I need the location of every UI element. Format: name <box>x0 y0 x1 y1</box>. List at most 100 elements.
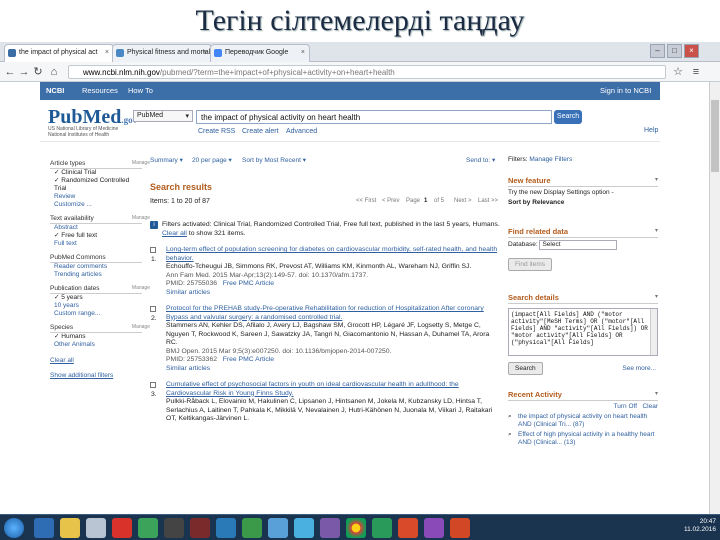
filter-rct[interactable]: ✓ Randomized Controlled Trial <box>50 177 142 193</box>
filter-custom-range[interactable]: Custom range... <box>50 310 142 318</box>
free-pmc-link[interactable]: Free PMC Article <box>223 356 274 363</box>
home-icon[interactable]: ⌂ <box>48 65 60 79</box>
summary-dropdown[interactable]: Summary ▾ <box>150 156 183 164</box>
similar-articles-link[interactable]: Similar articles <box>166 365 500 374</box>
folder-icon[interactable] <box>60 518 80 538</box>
recent-item[interactable]: ⌕ the impact of physical activity on hear… <box>508 413 658 429</box>
filter-trending[interactable]: Trending articles <box>50 271 142 279</box>
result-checkbox[interactable] <box>150 306 156 312</box>
collapse-icon[interactable]: ▾ <box>655 293 658 300</box>
resources-menu[interactable]: Resources <box>82 86 118 95</box>
chrome-icon[interactable] <box>346 518 366 538</box>
collapse-icon[interactable]: ▾ <box>655 227 658 234</box>
result-title-link[interactable]: Protocol for the PREHAB study-Pre-operat… <box>166 305 500 322</box>
notice-clear-all-link[interactable]: Clear all <box>162 230 187 237</box>
powerpoint-icon[interactable] <box>450 518 470 538</box>
app-icon[interactable] <box>164 518 184 538</box>
tab-physical-fitness[interactable]: Physical fitness and mortal × <box>112 44 212 62</box>
tab-pubmed[interactable]: the impact of physical act × <box>4 44 114 62</box>
filter-manage[interactable]: Manage <box>132 324 150 330</box>
per-page-dropdown[interactable]: 20 per page ▾ <box>192 156 232 164</box>
menu-icon[interactable]: ≡ <box>690 65 702 79</box>
first-page-button[interactable]: << First <box>356 198 376 204</box>
system-tray-clock[interactable]: 20:47 11.02.2016 <box>684 518 716 534</box>
filter-abstract[interactable]: Abstract <box>50 224 142 232</box>
next-page-button[interactable]: Next > <box>454 198 472 204</box>
media-icon[interactable] <box>86 518 106 538</box>
result-title-link[interactable]: Cumulative effect of psychosocial factor… <box>166 381 500 398</box>
scrollbar-thumb[interactable] <box>711 100 719 172</box>
last-page-button[interactable]: Last >> <box>478 198 498 204</box>
sort-dropdown[interactable]: Sort by Most Recent ▾ <box>242 156 306 164</box>
filter-manage[interactable]: Manage <box>132 160 150 166</box>
manage-filters-link[interactable]: Manage Filters <box>529 156 572 163</box>
app-icon[interactable] <box>398 518 418 538</box>
close-icon[interactable]: × <box>301 49 305 56</box>
excel-icon[interactable] <box>242 518 262 538</box>
similar-articles-link[interactable]: Similar articles <box>166 289 500 298</box>
search-input[interactable]: the impact of physical activity on heart… <box>196 110 552 124</box>
star-icon[interactable]: ☆ <box>672 65 684 79</box>
page-scrollbar[interactable] <box>709 82 720 514</box>
filter-free-full-text[interactable]: ✓ Free full text <box>50 232 142 240</box>
page-number-input[interactable]: 1 <box>424 198 427 204</box>
turn-off-link[interactable]: Turn Off <box>614 403 637 410</box>
app-icon[interactable] <box>294 518 314 538</box>
create-alert-link[interactable]: Create alert <box>242 128 279 135</box>
result-checkbox[interactable] <box>150 247 156 253</box>
free-pmc-link[interactable]: Free PMC Article <box>223 280 274 287</box>
details-scrollbar[interactable] <box>650 309 657 355</box>
start-button-icon[interactable] <box>4 518 24 538</box>
close-window-icon[interactable]: × <box>684 44 699 58</box>
url-input[interactable]: www.ncbi.nlm.nih.gov/pubmed/?term=the+im… <box>68 65 666 79</box>
howto-menu[interactable]: How To <box>128 86 153 95</box>
help-link[interactable]: Help <box>644 127 658 134</box>
filter-review[interactable]: Review <box>50 193 142 201</box>
show-additional-filters-link[interactable]: Show additional filters <box>50 372 142 379</box>
filter-other-animals[interactable]: Other Animals <box>50 341 142 349</box>
advanced-link[interactable]: Advanced <box>286 128 317 135</box>
search-details-textarea[interactable]: (impact[All Fields] AND ("motor activity… <box>508 308 658 356</box>
ie-icon[interactable] <box>34 518 54 538</box>
collapse-icon[interactable]: ▾ <box>655 390 658 397</box>
yandex-icon[interactable] <box>112 518 132 538</box>
related-db-select[interactable]: Select <box>539 240 618 250</box>
see-more-link[interactable]: See more... <box>622 365 656 372</box>
filter-clinical-trial[interactable]: ✓ Clinical Trial <box>50 169 142 177</box>
database-select[interactable]: PubMed ▾ <box>133 110 193 122</box>
search-button[interactable]: Search <box>554 110 582 124</box>
filter-customize[interactable]: Customize ... <box>50 201 142 209</box>
details-search-button[interactable]: Search <box>508 362 543 375</box>
reload-icon[interactable]: ↻ <box>32 65 44 79</box>
app-icon[interactable] <box>424 518 444 538</box>
forward-icon[interactable]: → <box>18 65 30 79</box>
filter-10-years[interactable]: 10 years <box>50 302 142 310</box>
ncbi-logo[interactable]: NCBI <box>46 86 64 95</box>
back-icon[interactable]: ← <box>4 65 16 79</box>
find-items-button[interactable]: Find items <box>508 258 552 271</box>
filter-manage[interactable]: Manage <box>132 215 150 221</box>
result-checkbox[interactable] <box>150 382 156 388</box>
filter-manage[interactable]: Manage <box>132 285 150 291</box>
create-rss-link[interactable]: Create RSS <box>198 128 235 135</box>
clear-recent-link[interactable]: Clear <box>642 403 658 410</box>
filter-full-text[interactable]: Full text <box>50 240 142 248</box>
collapse-icon[interactable]: ▾ <box>655 176 658 183</box>
tab-google-translate[interactable]: Переводчик Google × <box>210 44 310 62</box>
prev-page-button[interactable]: < Prev <box>382 198 400 204</box>
phone-icon[interactable] <box>138 518 158 538</box>
filter-5-years[interactable]: ✓ 5 years <box>50 294 142 302</box>
app-icon[interactable] <box>268 518 288 538</box>
recent-item[interactable]: ⌕ Effect of high physical activity in a h… <box>508 431 658 447</box>
send-to-dropdown[interactable]: Send to: ▾ <box>466 156 495 164</box>
result-title-link[interactable]: Long-term effect of population screening… <box>166 246 500 263</box>
signin-link[interactable]: Sign in to NCBI <box>600 86 651 95</box>
filter-humans[interactable]: ✓ Humans <box>50 333 142 341</box>
app-icon[interactable] <box>190 518 210 538</box>
app-icon[interactable] <box>372 518 392 538</box>
close-icon[interactable]: × <box>203 49 207 56</box>
maximize-icon[interactable]: □ <box>667 44 682 58</box>
close-icon[interactable]: × <box>105 49 109 56</box>
filter-reader-comments[interactable]: Reader comments <box>50 263 142 271</box>
clear-all-link[interactable]: Clear all <box>50 357 142 364</box>
